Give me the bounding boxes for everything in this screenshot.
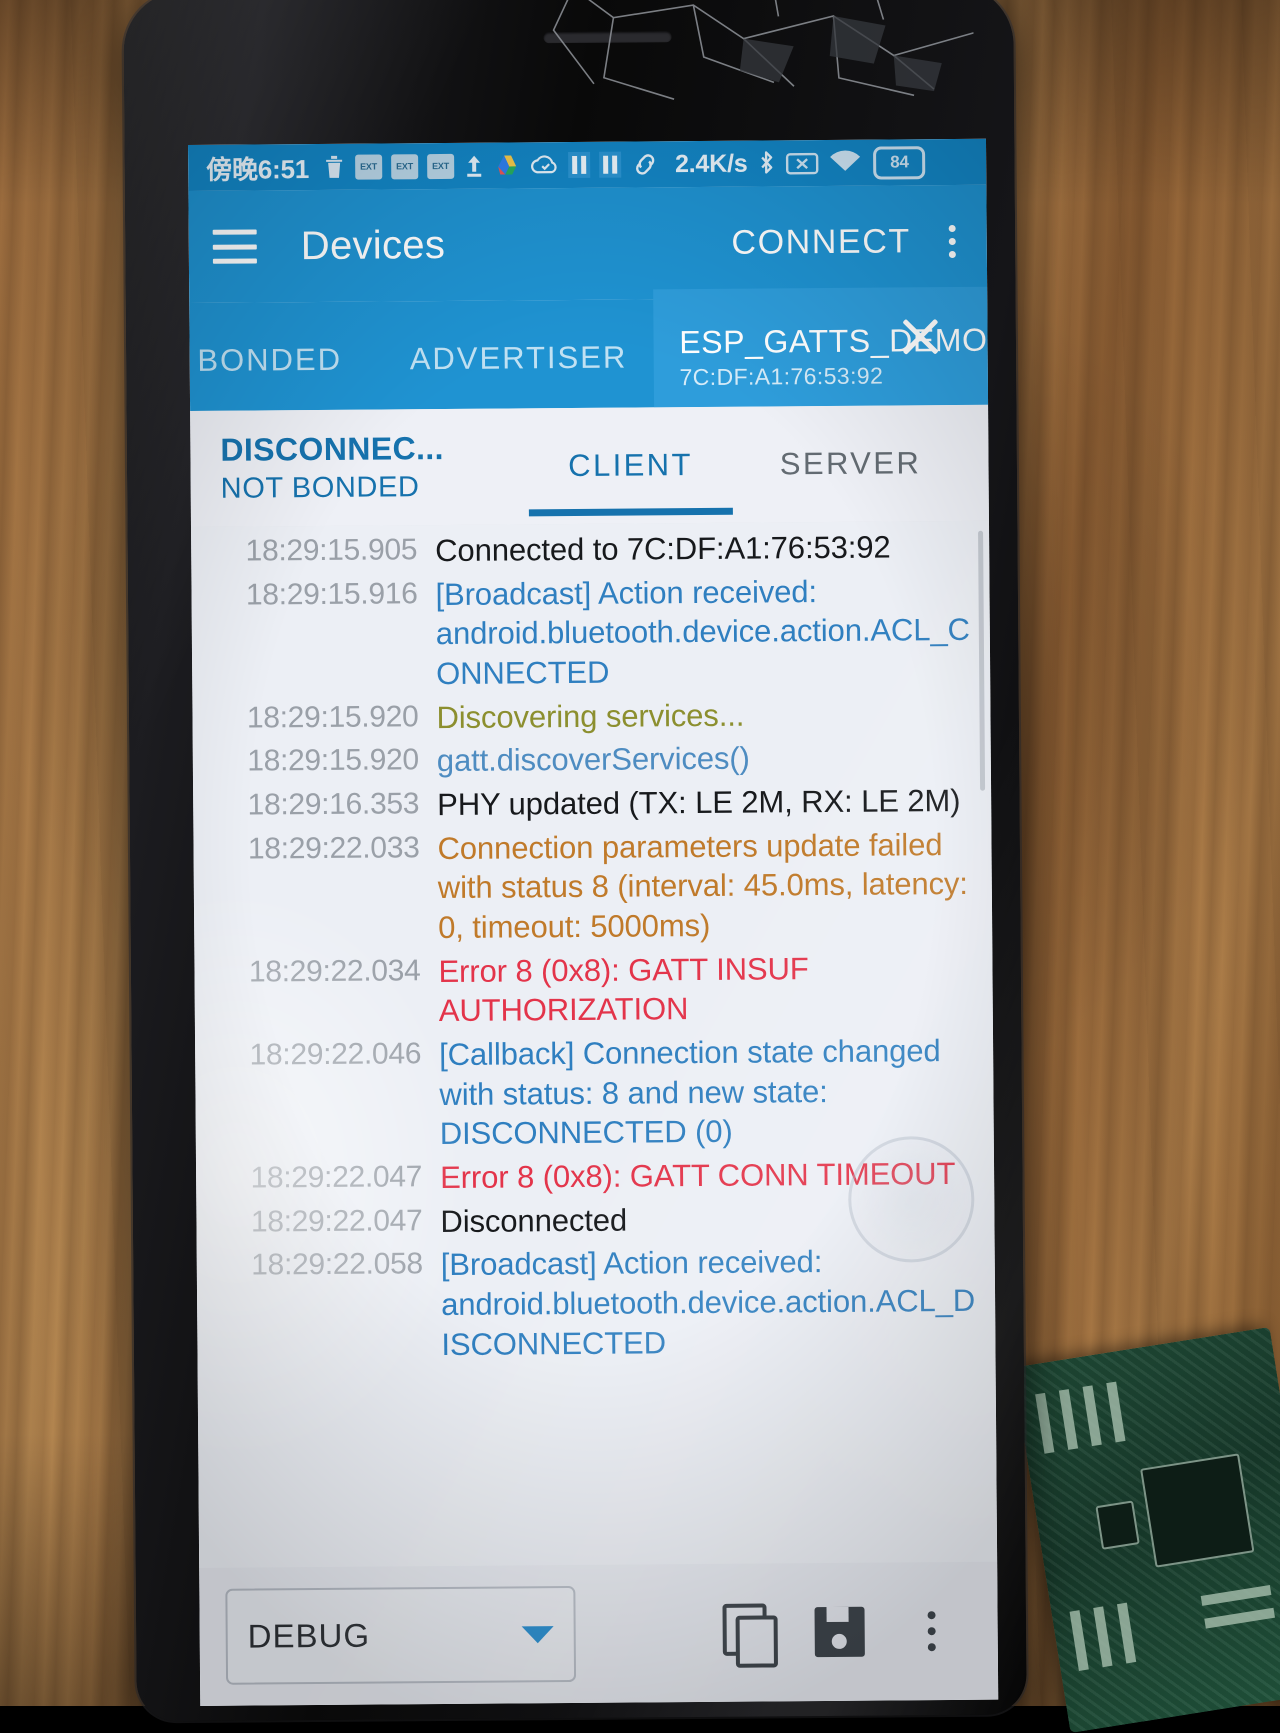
log-timestamp: 18:29:16.353 [247,787,420,822]
device-subtab-bar: DISCONNEC... NOT BONDED CLIENT SERVER [190,404,989,527]
copy-icon [722,1603,778,1668]
log-message: Connected to 7C:DF:A1:76:53:92 [435,529,891,569]
log-timestamp: 18:29:22.047 [250,1160,423,1195]
hamburger-icon[interactable] [212,229,257,264]
app-bar: Devices CONNECT [188,184,988,303]
network-speed: 2.4K/s [674,149,748,178]
app-bar-spacer [445,243,721,245]
log-toolbar: DEBUG [199,1561,999,1706]
device-tab-address: 7C:DF:A1:76:53:92 [679,362,884,391]
log-message: [Broadcast] Action received: android.blu… [435,573,970,692]
bluetooth-icon [756,149,776,177]
tab-server[interactable]: SERVER [740,445,960,483]
tab-client-indicator [528,507,733,517]
screencast-off-icon [785,150,819,176]
log-timestamp: 18:29:15.905 [245,533,418,568]
log-row[interactable]: 18:29:22.034 Error 8 (0x8): GATT INSUF AU… [194,945,993,1035]
save-log-button[interactable] [793,1586,886,1679]
log-timestamp: 18:29:15.916 [245,576,418,612]
device-tab-strip: BONDED ADVERTISER ESP_GATTS_DEMO 7C:DF:A… [188,286,989,411]
tab-client[interactable]: CLIENT [520,447,740,517]
log-row[interactable]: 18:29:15.905 Connected to 7C:DF:A1:76:53:… [191,525,989,575]
pause-icon-1 [567,151,591,179]
connect-button[interactable]: CONNECT [721,216,921,269]
earpiece-speaker [543,31,672,44]
log-row[interactable]: 18:29:15.920 gatt.discoverServices() [193,735,991,785]
log-timestamp: 18:29:22.034 [248,953,421,989]
log-row[interactable]: 18:29:15.920 Discovering services... [192,691,990,741]
upload-icon [463,153,485,179]
log-list[interactable]: 18:29:15.905 Connected to 7C:DF:A1:76:53:… [191,520,998,1568]
touch-ripple-artifact [847,1135,975,1263]
cracked-glass [273,0,974,110]
overflow-menu-icon[interactable] [935,224,969,258]
log-timestamp: 18:29:22.047 [250,1203,423,1239]
log-message: Connection parameters update failed with… [437,826,968,946]
phone-screen: 傍晚6:51 EXT EXT EXT 2.4K/s 84 Devices CON… [188,138,999,1706]
log-timestamp: 18:29:22.058 [251,1247,423,1282]
bond-status: NOT BONDED [220,471,420,505]
log-row[interactable]: 18:29:22.058 [Broadcast] Action received:… [197,1239,996,1368]
log-message: Discovering services... [436,697,745,735]
log-timestamp: 18:29:15.920 [246,699,419,735]
log-row[interactable]: 18:29:15.916 [Broadcast] Action received:… [191,568,990,697]
log-row[interactable]: 18:29:16.353 PHY updated (TX: LE 2M, RX: … [193,779,991,829]
tab-bonded[interactable]: BONDED [188,341,384,411]
log-timestamp: 18:29:22.033 [247,830,420,866]
chevron-down-icon [521,1625,554,1643]
ext-badge-2: EXT [390,153,419,179]
pause-icon-2 [598,151,622,178]
tab-client-label: CLIENT [568,447,693,484]
battery-indicator: 84 [873,145,926,180]
log-row[interactable]: 18:29:22.033 Connection parameters update… [193,822,992,951]
drive-icon [494,152,520,178]
log-more-button[interactable] [885,1585,978,1678]
log-message: [Callback] Connection state changed with… [439,1033,941,1152]
log-level-value: DEBUG [247,1616,371,1655]
link-icon [630,151,660,177]
cloud-icon [529,153,559,177]
close-icon[interactable] [897,313,943,359]
trash-icon [322,154,346,180]
ext-badge-1: EXT [354,153,383,180]
tab-device-esp-gatts-demo[interactable]: ESP_GATTS_DEMO 7C:DF:A1:76:53:92 [652,286,989,408]
save-icon [814,1606,865,1658]
device-status-block: DISCONNEC... NOT BONDED [190,429,521,506]
android-status-bar: 傍晚6:51 EXT EXT EXT 2.4K/s 84 [188,138,987,191]
log-timestamp: 18:29:15.920 [247,743,419,778]
log-message: gatt.discoverServices() [436,740,750,779]
tab-advertiser[interactable]: ADVERTISER [384,339,654,409]
page-title: Devices [300,222,446,268]
connection-status: DISCONNEC... [220,430,445,468]
wifi-icon [828,150,862,176]
log-row[interactable]: 18:29:22.046 [Callback] Connection state … [195,1029,994,1158]
log-message: PHY updated (TX: LE 2M, RX: LE 2M) [437,782,961,823]
status-clock: 傍晚6:51 [206,153,310,185]
log-level-select[interactable]: DEBUG [225,1586,577,1685]
overflow-menu-icon [927,1611,936,1652]
log-timestamp: 18:29:22.046 [249,1037,422,1072]
ext-badge-3: EXT [426,153,455,179]
copy-log-button[interactable] [701,1586,794,1679]
log-message: Error 8 (0x8): GATT INSUF AUTHORIZATION [438,950,809,1029]
